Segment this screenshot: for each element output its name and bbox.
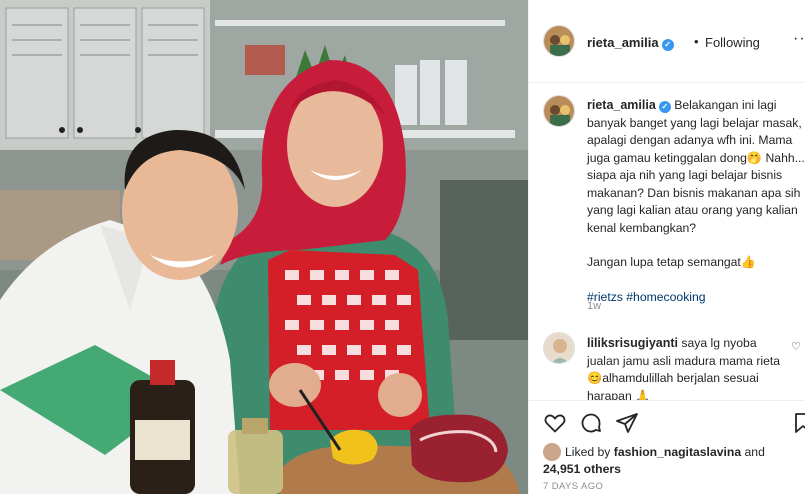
verified-badge-icon: ✓ (658, 101, 671, 113)
caption-hashtags[interactable]: #rietzs #homecooking (587, 289, 805, 307)
heart-icon[interactable] (543, 411, 567, 435)
caption-username[interactable]: rieta_amilia ✓ (587, 98, 671, 113)
comment-icon[interactable] (579, 411, 603, 435)
thumbs-up-emoji-icon: 👍 (740, 255, 757, 269)
liker-avatar[interactable] (543, 443, 561, 461)
author-username[interactable]: rieta_amilia ✓ (587, 35, 674, 51)
commenter-username[interactable]: liliksrisugiyanti (587, 336, 678, 350)
author-username-text[interactable]: rieta_amilia (587, 35, 659, 50)
share-icon[interactable] (615, 411, 639, 435)
likes-count[interactable]: 24,951 others (543, 462, 621, 476)
separator-dot: • (694, 34, 699, 49)
likes-prefix: Liked by (565, 445, 614, 459)
author-avatar[interactable] (543, 25, 575, 57)
caption-line-3: Jangan lupa tetap semangat (587, 255, 741, 269)
likes-summary: Liked by fashion_nagitaslavina and 24,95… (543, 443, 798, 477)
post-date[interactable]: 7 DAYS AGO (543, 481, 603, 492)
likes-middle: and (741, 445, 765, 459)
action-bar: Liked by fashion_nagitaslavina and 24,95… (529, 400, 805, 494)
emoji-icon: 🤭 (746, 150, 763, 165)
liker-username[interactable]: fashion_nagitaslavina (614, 445, 741, 459)
caption-username-text[interactable]: rieta_amilia (587, 98, 656, 112)
smile-emoji-icon: 😊 (587, 371, 603, 385)
post-header: rieta_amilia✓ • Following ··· (529, 0, 805, 83)
comment-text-part-2: alhamdulillah berjalan sesuai harapan (587, 371, 759, 403)
commenter-avatar[interactable] (543, 332, 575, 364)
caption-text: rieta_amilia ✓ Belakangan ini lagi banyak… (587, 97, 805, 306)
caption-time[interactable]: 1w (587, 300, 601, 312)
post-photo[interactable] (0, 0, 528, 494)
verified-badge-icon: ✓ (661, 39, 674, 51)
following-button[interactable]: Following (705, 35, 760, 50)
comment-text: liliksrisugiyanti saya lg nyoba jualan j… (587, 335, 792, 405)
post-side-panel: rieta_amilia✓ • Following ··· rieta_amil… (528, 0, 805, 494)
comment-like-heart-icon[interactable]: ♡ (791, 340, 801, 353)
bookmark-icon[interactable] (791, 411, 805, 435)
caption-avatar[interactable] (543, 95, 575, 127)
more-options-icon[interactable]: ··· (793, 30, 805, 48)
